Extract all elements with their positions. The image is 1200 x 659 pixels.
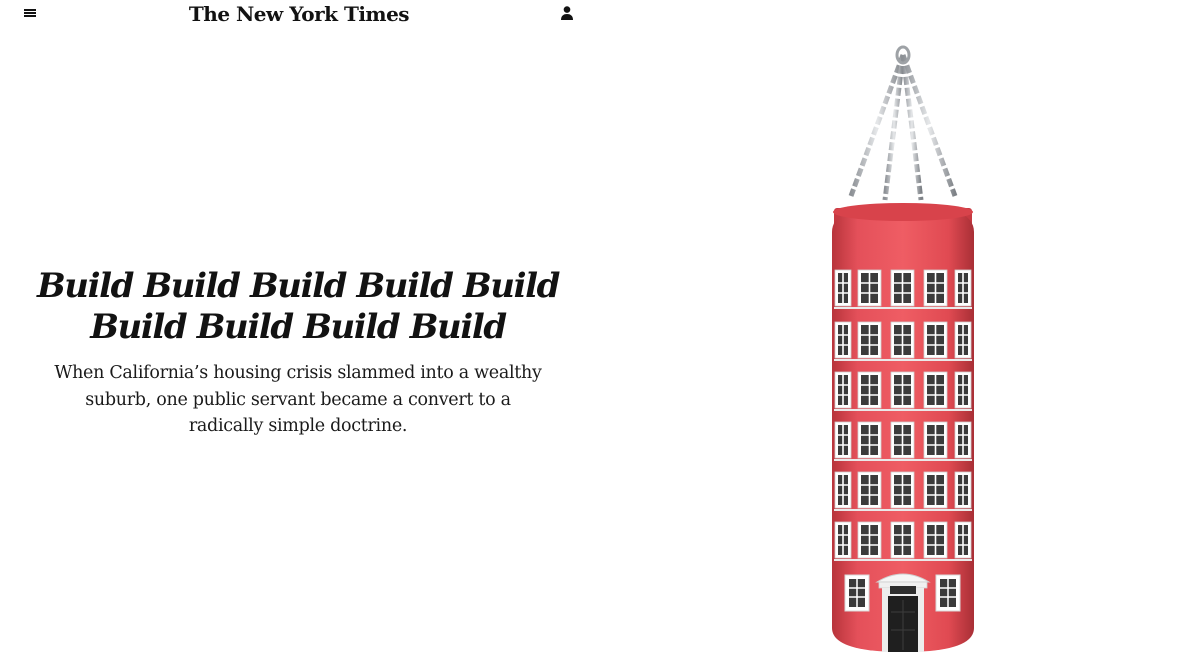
menu-button[interactable] xyxy=(22,6,38,20)
account-button[interactable] xyxy=(559,5,575,21)
article-summary: When California’s housing crisis slammed… xyxy=(54,363,542,436)
window-ledge xyxy=(834,307,972,309)
punching-bag-building-illustration xyxy=(832,0,974,652)
menu-icon-bar xyxy=(24,9,36,11)
window-ledge xyxy=(834,359,972,361)
headline-line: Build Build Build Build Build xyxy=(36,266,560,306)
headline-line: Build Build Build Build xyxy=(90,307,507,347)
window-ledge xyxy=(834,509,972,511)
article-header: Build Build Build Build Build Build Buil… xyxy=(30,266,566,440)
menu-icon-bar xyxy=(24,15,36,17)
masthead-logo[interactable]: The New York Times xyxy=(150,2,448,26)
chain-group xyxy=(848,0,958,201)
window-ledge xyxy=(834,409,972,411)
window-ledge xyxy=(834,559,972,561)
window-ledge xyxy=(834,459,972,461)
person-icon xyxy=(561,6,573,20)
menu-icon-bar xyxy=(24,12,36,14)
headline[interactable]: Build Build Build Build Build Build Buil… xyxy=(30,266,566,348)
